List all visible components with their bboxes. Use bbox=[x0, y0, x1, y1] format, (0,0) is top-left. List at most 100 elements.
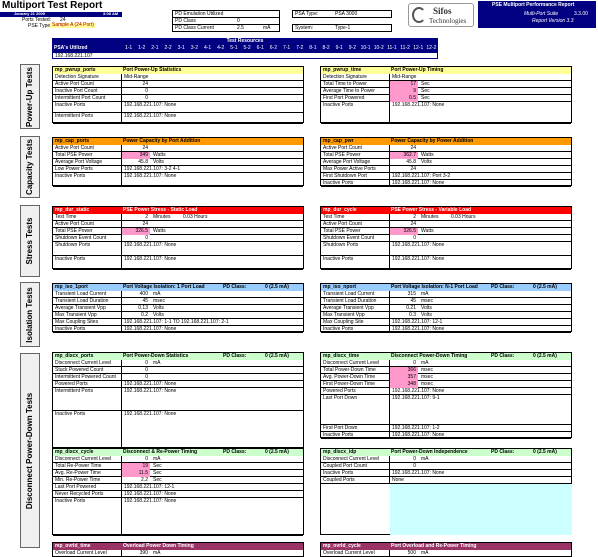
sifos-logo-icon bbox=[412, 7, 426, 23]
system-label: System: bbox=[295, 25, 314, 31]
panel-header: mp_cap_ports Power Capacity by Port Addit… bbox=[53, 138, 303, 145]
panel-row: Inactive Ports 192.168.221.107: None bbox=[53, 256, 303, 270]
panel-cap-ports: mp_cap_ports Power Capacity by Port Addit… bbox=[52, 137, 304, 187]
panel-title: Disconnect & Re-Power Timing bbox=[123, 449, 198, 455]
panel-discx-ports: mp_discx_ports Port Power-Down Statistics… bbox=[52, 352, 304, 449]
panel-row: Inactive Ports 192.168.221.107: None bbox=[321, 432, 571, 439]
panel-row: Transient Load Duration 45 msec bbox=[321, 298, 571, 305]
row-unit: mA bbox=[421, 360, 429, 366]
psa-slot: 2-1 bbox=[151, 45, 159, 51]
panel-header: mp_discx_idp Port Power-Down Independence… bbox=[321, 449, 571, 456]
panel-row: Disconnect Current Level 0 mA bbox=[321, 456, 571, 463]
row-unit: msec bbox=[153, 298, 165, 304]
panel-title: Disconnect Power-Down Timing bbox=[391, 353, 468, 359]
row-label: Active Port Count bbox=[323, 221, 362, 227]
logo-tech: Technologies bbox=[429, 17, 467, 25]
row-value: 0 bbox=[413, 456, 416, 462]
row-label: Active Port Count bbox=[55, 221, 94, 227]
pse-type-value: Sample A (24 Port) bbox=[50, 22, 96, 28]
panel-id: mp_ovrld_cycle bbox=[323, 543, 361, 549]
row-value: 192.168.221.107: Port 3-2 bbox=[392, 173, 451, 179]
panel-row: Powered Ports 192.168.221.107: None bbox=[53, 381, 303, 388]
row-value: 192.168.221.107: None bbox=[124, 381, 177, 387]
panel-dur-static: mp_dur_static PSE Power Stress - Static L… bbox=[52, 206, 304, 270]
pd-class-current-value: 2.5 bbox=[237, 25, 244, 31]
row-label: Active Port Count bbox=[323, 145, 362, 151]
panel-row: Max Coupling Sites 192.168.221.107: 1-1 T… bbox=[53, 319, 303, 326]
panel-id: mp_iso_1port bbox=[55, 284, 88, 290]
panel-row: Average Port Voltage 45.8 Volts bbox=[53, 159, 303, 166]
panel-row: Total Re-Power Time 19 Sec bbox=[53, 463, 303, 470]
row-unit: mA bbox=[421, 456, 429, 462]
test-resources-table: Test Resources PSA's Utilized 1-1 1-2 2-1 2… bbox=[52, 38, 438, 60]
panel-row: First Port Down 192.168.221.107: 1-2 bbox=[321, 425, 571, 432]
system-box: System: Type-1 bbox=[292, 24, 392, 32]
panel-row: Total PSE Power 362.7 Watts bbox=[321, 152, 571, 159]
row-value: 192.168.221.107: 12-1 bbox=[124, 484, 175, 490]
panel-title: PSE Power Stress - Variable Load bbox=[391, 207, 472, 213]
row-label: Active Port Count bbox=[55, 81, 94, 87]
section-label: Disconnect Power-Down Tests bbox=[25, 392, 34, 509]
psa-type-box: PSA Type: PSA 3000 bbox=[292, 10, 392, 18]
psa-slot: 8-1 bbox=[309, 45, 317, 51]
panel-row: Coupled Port Count 0 bbox=[321, 463, 571, 470]
panel-header: mp_ovrld_cycle Port Overload and Re-Power… bbox=[321, 543, 571, 550]
row-value: 192.168.221.107: None bbox=[392, 432, 445, 438]
row-value: 192.168.221.107: None bbox=[124, 242, 177, 248]
panel-row: Max Transient Vpp 0.3 Volts bbox=[321, 312, 571, 319]
panel-id: mp_pwrup_time bbox=[323, 67, 362, 73]
row-label: Intermittent Ports bbox=[55, 113, 94, 119]
panel-title: Power Capacity by Power Addition bbox=[391, 138, 474, 144]
panel-row: Shutdown Ports 192.168.221.107: None bbox=[53, 242, 303, 256]
row-label: First Shutdown Port bbox=[323, 173, 367, 179]
test-resources-header: Test Resources bbox=[52, 38, 438, 45]
row-unit: Volts bbox=[153, 159, 164, 165]
panel-id: mp_cap_ports bbox=[55, 138, 90, 144]
row-value: 0 bbox=[413, 463, 416, 469]
psa-slot: 7-1 bbox=[282, 45, 291, 51]
row-value: 2.2 bbox=[141, 477, 148, 483]
row-value: 0 bbox=[145, 367, 148, 373]
row-unit: mA bbox=[421, 550, 429, 556]
psa-slot: 10-2 bbox=[373, 45, 384, 51]
panel-row: Active Port Count 24 bbox=[321, 221, 571, 228]
panel-row: Intermittent Ports 192.168.221.107: None bbox=[53, 113, 303, 124]
row-label: Max Transient Vpp bbox=[55, 312, 97, 318]
panel-pwrup-timing: mp_pwrup_time Port Power-Up Timing Detecti… bbox=[320, 66, 572, 124]
row-value: 192.168.221.107: 1-1 TO 192.168.221.107:… bbox=[124, 319, 229, 325]
panel-row: Coupled Ports None bbox=[321, 477, 571, 484]
section-power-up: Power-Up Tests bbox=[20, 64, 40, 129]
pd-class-row: PD Class 0 bbox=[173, 18, 279, 25]
row-unit: msec bbox=[421, 374, 433, 380]
row-unit: Minutes bbox=[421, 214, 439, 220]
row-label: Total Power-Down Time bbox=[323, 367, 376, 373]
row-value: 357 bbox=[407, 374, 416, 380]
row-label: Average Port Voltage bbox=[55, 159, 103, 165]
pd-emulation-label: PD Emulation Utilized bbox=[175, 11, 224, 17]
panel-row: Shutdown Event Count 0 bbox=[321, 235, 571, 242]
row-value: 192.168.221.107: None bbox=[124, 498, 177, 504]
row-label: Total Time to Power bbox=[323, 81, 367, 87]
row-label: Powered Ports bbox=[55, 381, 88, 387]
row-label: Stuck Powered Count bbox=[55, 367, 104, 373]
panel-row: Inactive Ports 192.168.221.107: None bbox=[53, 326, 303, 333]
panel-row: Overload Current Level 390 mA bbox=[53, 550, 303, 557]
panel-title: Port Power-Down Independence bbox=[391, 449, 468, 455]
row-value: 326.5 bbox=[403, 228, 416, 234]
panel-row: Intermittent Ports 192.168.221.107: None bbox=[53, 388, 303, 411]
row-label: Inactive Ports bbox=[323, 102, 354, 108]
row-value: 390 bbox=[139, 550, 148, 556]
row-label: Inactive Ports bbox=[323, 470, 354, 476]
pd-emulation-box: PD Emulation Utilized PD Class 0 PD Class… bbox=[172, 10, 280, 32]
row-value: 0 bbox=[145, 456, 148, 462]
row-label: Inactive Ports bbox=[323, 180, 354, 186]
section-label: Power-Up Tests bbox=[25, 66, 34, 127]
panel-row: Active Port Count 24 bbox=[53, 81, 303, 88]
row-label: Shutdown Ports bbox=[323, 242, 359, 248]
row-label: Shutdown Ports bbox=[55, 242, 91, 248]
row-label: Avg. Re-Power Time bbox=[55, 470, 101, 476]
panel-row: Average Transient Vpp 0.13 Volts bbox=[53, 305, 303, 312]
report-header: Multiport Test Report January 21 2009 3:… bbox=[0, 0, 122, 29]
panel-row: Inactive Port Count 0 bbox=[53, 88, 303, 95]
psa-slot: 12-2 bbox=[426, 45, 437, 51]
